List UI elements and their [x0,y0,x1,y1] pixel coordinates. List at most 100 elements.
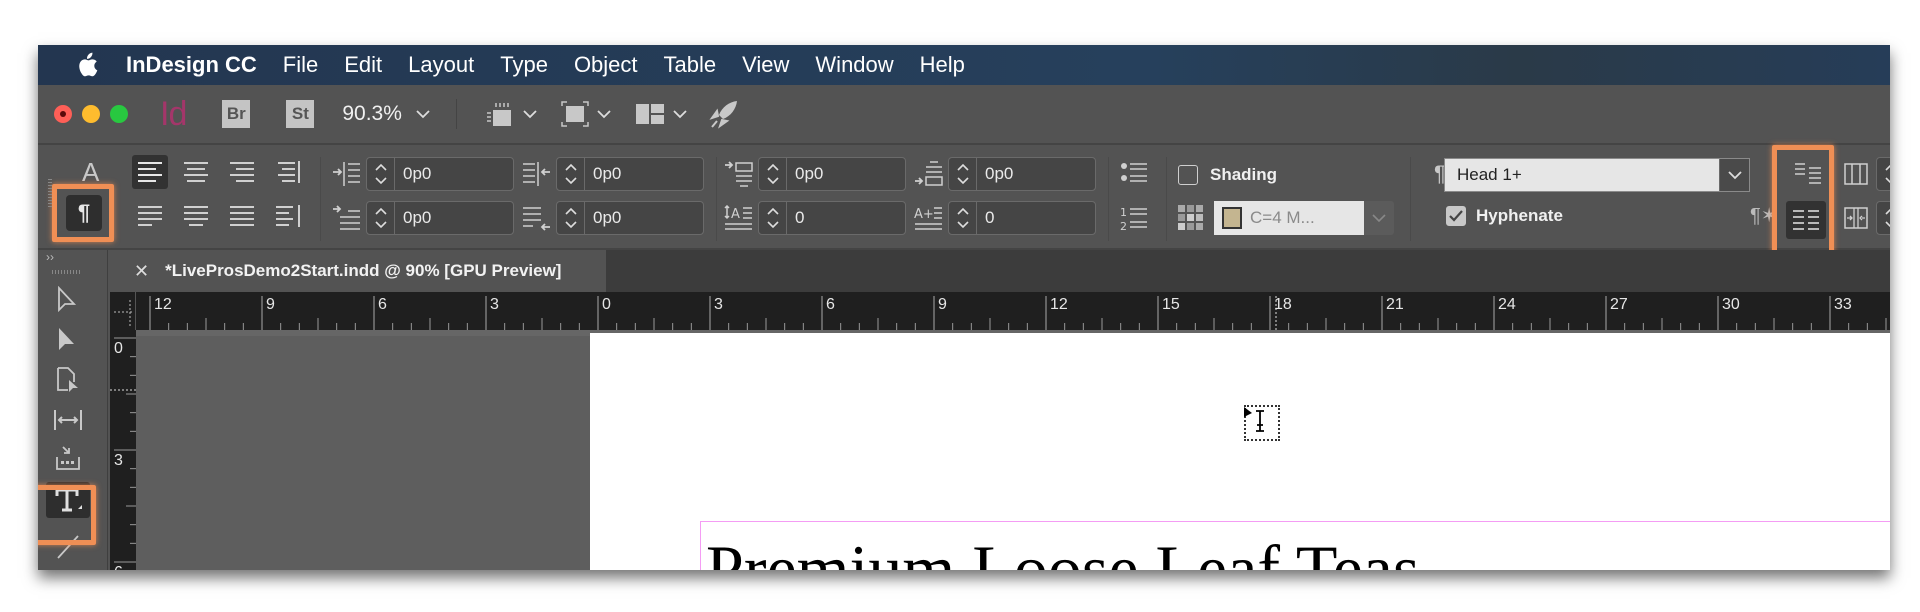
panel-grip [48,179,52,209]
hyphenate-checkbox[interactable] [1446,206,1466,226]
columns-stepper[interactable] [1876,157,1890,191]
align-away-from-spine-button[interactable] [270,199,306,233]
vertical-ruler[interactable]: 0 3 6 [110,330,136,570]
zoom-dropdown-chevron-icon[interactable] [416,107,430,122]
paragraph-style-value[interactable]: Head 1+ [1445,165,1719,185]
column-gutter-stepper[interactable] [1876,201,1890,235]
shading-color-dropdown[interactable]: C=4 M... [1214,201,1364,235]
indesign-logo: Id [160,94,187,133]
collapse-panel-icon[interactable]: ›› [46,250,54,264]
divider [1410,157,1411,241]
right-indent-stepper[interactable] [557,158,585,190]
drop-cap-characters-stepper[interactable] [949,202,977,234]
align-away-from-spine-icon [276,205,300,227]
space-after-value[interactable]: 0p0 [977,164,1013,184]
shading-checkbox[interactable] [1178,165,1198,185]
justify-center-icon [184,206,208,226]
arrange-documents-button[interactable] [635,103,687,125]
menu-layout[interactable]: Layout [408,52,474,78]
left-indent-stepper[interactable] [367,158,395,190]
drop-cap-lines-value[interactable]: 0 [787,208,804,228]
menu-type[interactable]: Type [500,52,548,78]
menu-window[interactable]: Window [815,52,893,78]
document-tab-title: *LiveProsDemo2Start.indd @ 90% [GPU Prev… [165,261,562,280]
minimize-window-button[interactable] [82,105,100,123]
align-right-button[interactable] [224,155,260,189]
last-line-indent-field[interactable]: 0p0 [556,201,704,235]
ruler-label: 9 [938,296,947,313]
drop-cap-lines-field[interactable]: 0 [758,201,906,235]
app-name-menu[interactable]: InDesign CC [126,52,257,78]
align-towards-spine-button[interactable] [270,155,306,189]
space-before-stepper[interactable] [759,158,787,190]
drop-cap-characters-field[interactable]: 0 [948,201,1096,235]
selection-tool[interactable] [46,282,90,318]
close-window-button[interactable] [54,105,72,123]
menu-object[interactable]: Object [574,52,638,78]
horizontal-ruler[interactable]: 12 9 6 3 0 3 6 9 12 15 18 21 24 27 30 33 [110,292,1890,330]
content-collector-tool[interactable] [46,440,90,476]
panel-grip[interactable] [52,270,82,274]
space-before-field[interactable]: 0p0 [758,157,906,191]
split-columns-button[interactable] [1844,207,1868,234]
left-indent-field[interactable]: 0p0 [366,157,514,191]
space-before-value[interactable]: 0p0 [787,164,823,184]
gap-tool[interactable] [46,402,90,438]
first-line-indent-value[interactable]: 0p0 [395,208,431,228]
justify-left-button[interactable] [132,199,168,233]
numbered-list-button[interactable]: 12 [1120,205,1148,236]
menu-edit[interactable]: Edit [344,52,382,78]
chevron-down-icon [523,109,537,118]
span-columns-button[interactable] [1844,163,1868,190]
zoom-level-field[interactable]: 90.3% [342,102,402,126]
shading-dropdown-arrow[interactable] [1364,201,1394,235]
drop-cap-lines-stepper[interactable] [759,202,787,234]
apple-icon[interactable] [76,52,102,78]
menu-file[interactable]: File [283,52,318,78]
align-center-icon [184,162,208,182]
close-tab-icon[interactable]: ✕ [134,261,149,282]
first-line-indent-field[interactable]: 0p0 [366,201,514,235]
ruler-label: 12 [1050,296,1068,313]
paragraph-style-dropdown-arrow[interactable] [1719,159,1749,191]
menu-help[interactable]: Help [920,52,965,78]
first-line-indent-stepper[interactable] [367,202,395,234]
bridge-button[interactable]: Br [222,100,251,128]
column-gutter-stepper-arrows[interactable] [1877,202,1890,234]
screen-mode-button[interactable] [561,101,611,127]
divider [716,157,717,241]
document-tab[interactable]: ✕ *LiveProsDemo2Start.indd @ 90% [GPU Pr… [110,250,606,292]
stock-button[interactable]: St [286,100,315,128]
menu-table[interactable]: Table [664,52,717,78]
heading-text[interactable]: Premium Loose Leaf Teas [706,535,1419,570]
page-tool[interactable] [46,362,90,398]
align-left-button[interactable] [132,155,168,189]
ruler-origin[interactable] [110,292,136,330]
space-after-stepper[interactable] [949,158,977,190]
ruler-label: 9 [266,296,275,313]
direct-selection-tool[interactable] [46,322,90,358]
document-page[interactable]: Premium Loose Leaf Teas [590,333,1890,570]
bulleted-list-button[interactable] [1120,161,1148,190]
left-indent-value[interactable]: 0p0 [395,164,431,184]
highlight-paragraph-mode [52,184,114,242]
zoom-window-button[interactable] [110,105,128,123]
drop-cap-characters-value[interactable]: 0 [977,208,994,228]
columns-stepper-arrows[interactable] [1877,158,1890,190]
last-line-indent-value[interactable]: 0p0 [585,208,621,228]
menu-view[interactable]: View [742,52,789,78]
bulleted-list-icon [1121,163,1147,182]
divider [1166,157,1167,241]
right-indent-field[interactable]: 0p0 [556,157,704,191]
space-after-icon [914,161,944,192]
justify-center-button[interactable] [178,199,214,233]
justify-all-button[interactable] [224,199,260,233]
paragraph-style-dropdown[interactable]: Head 1+ [1444,158,1750,192]
space-after-field[interactable]: 0p0 [948,157,1096,191]
highlight-type-tool [38,485,96,545]
align-center-button[interactable] [178,155,214,189]
publish-online-button[interactable] [709,99,739,129]
right-indent-value[interactable]: 0p0 [585,164,621,184]
last-line-indent-stepper[interactable] [557,202,585,234]
view-options-button[interactable] [485,101,537,127]
